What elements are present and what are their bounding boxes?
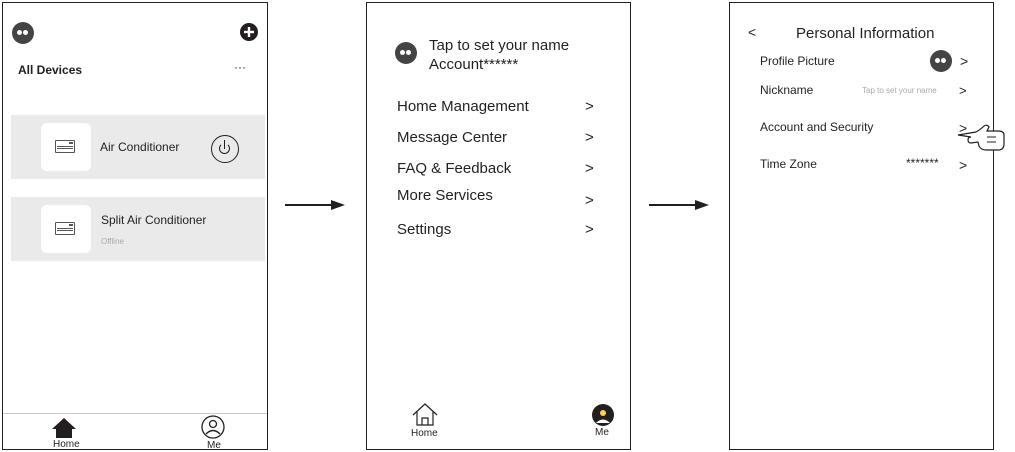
chevron-right-icon[interactable]: > [960, 53, 968, 69]
device-card-air-conditioner[interactable]: Air Conditioner [11, 115, 265, 179]
chevron-right-icon[interactable]: > [585, 129, 594, 146]
menu-item-faq-feedback[interactable]: FAQ & Feedback [397, 160, 511, 177]
device-status: Offline [101, 237, 124, 246]
menu-item-message-center[interactable]: Message Center [397, 129, 507, 146]
chevron-right-icon[interactable]: > [585, 160, 594, 177]
tab-label: Home [53, 439, 80, 450]
nickname-value: Tap to set your name [862, 86, 937, 95]
tab-home[interactable]: Home [41, 417, 89, 451]
arrow-right-icon [649, 200, 709, 210]
air-conditioner-icon [55, 222, 75, 235]
row-label-account-security[interactable]: Account and Security [760, 120, 873, 134]
device-image [41, 205, 91, 253]
avatar[interactable] [395, 42, 417, 64]
chevron-right-icon[interactable]: > [959, 157, 967, 173]
device-card-split-air-conditioner[interactable]: Split Air Conditioner Offline [11, 197, 265, 261]
tab-me[interactable]: Me [589, 403, 619, 445]
row-label-profile-picture[interactable]: Profile Picture [760, 54, 835, 68]
menu-item-home-management[interactable]: Home Management [397, 98, 529, 115]
account-label: Account****** [429, 56, 519, 73]
tab-me[interactable]: Me [199, 415, 229, 451]
me-screen: Tap to set your name Account****** Home … [366, 2, 631, 450]
chevron-right-icon[interactable]: > [585, 98, 594, 115]
arrow-right-icon [285, 200, 345, 210]
power-button[interactable] [211, 135, 239, 163]
home-icon [412, 403, 438, 426]
hand-pointer-icon [957, 124, 1005, 151]
tab-label: Home [411, 428, 438, 439]
air-conditioner-icon [55, 140, 75, 153]
chevron-right-icon[interactable]: > [585, 221, 594, 238]
devices-screen: All Devices ··· Air Conditioner Split Ai… [2, 2, 268, 451]
user-icon [592, 404, 614, 426]
row-label-time-zone[interactable]: Time Zone [760, 157, 817, 171]
chevron-right-icon[interactable]: > [585, 192, 594, 209]
row-label-nickname[interactable]: Nickname [760, 83, 813, 97]
menu-item-settings[interactable]: Settings [397, 221, 451, 238]
more-options-button[interactable]: ··· [234, 60, 246, 74]
user-icon [201, 415, 225, 439]
page-title: All Devices [18, 63, 83, 77]
time-zone-value: ******* [906, 156, 939, 170]
plus-circle-icon[interactable] [239, 22, 259, 42]
avatar[interactable] [12, 22, 34, 44]
device-name: Air Conditioner [100, 140, 180, 154]
personal-information-screen: < Personal Information Profile Picture >… [729, 2, 994, 450]
tab-label: Me [207, 440, 221, 451]
page-title: Personal Information [796, 25, 935, 42]
tab-label: Me [595, 427, 609, 438]
back-button[interactable]: < [748, 24, 756, 40]
divider [3, 413, 267, 414]
name-prompt[interactable]: Tap to set your name [429, 37, 569, 54]
home-icon [52, 418, 76, 438]
device-name: Split Air Conditioner [101, 213, 207, 227]
device-image [41, 123, 91, 171]
avatar[interactable] [930, 50, 952, 72]
chevron-right-icon[interactable]: > [959, 83, 967, 98]
tab-home[interactable]: Home [407, 403, 443, 445]
menu-item-more-services[interactable]: More Services [397, 187, 493, 204]
